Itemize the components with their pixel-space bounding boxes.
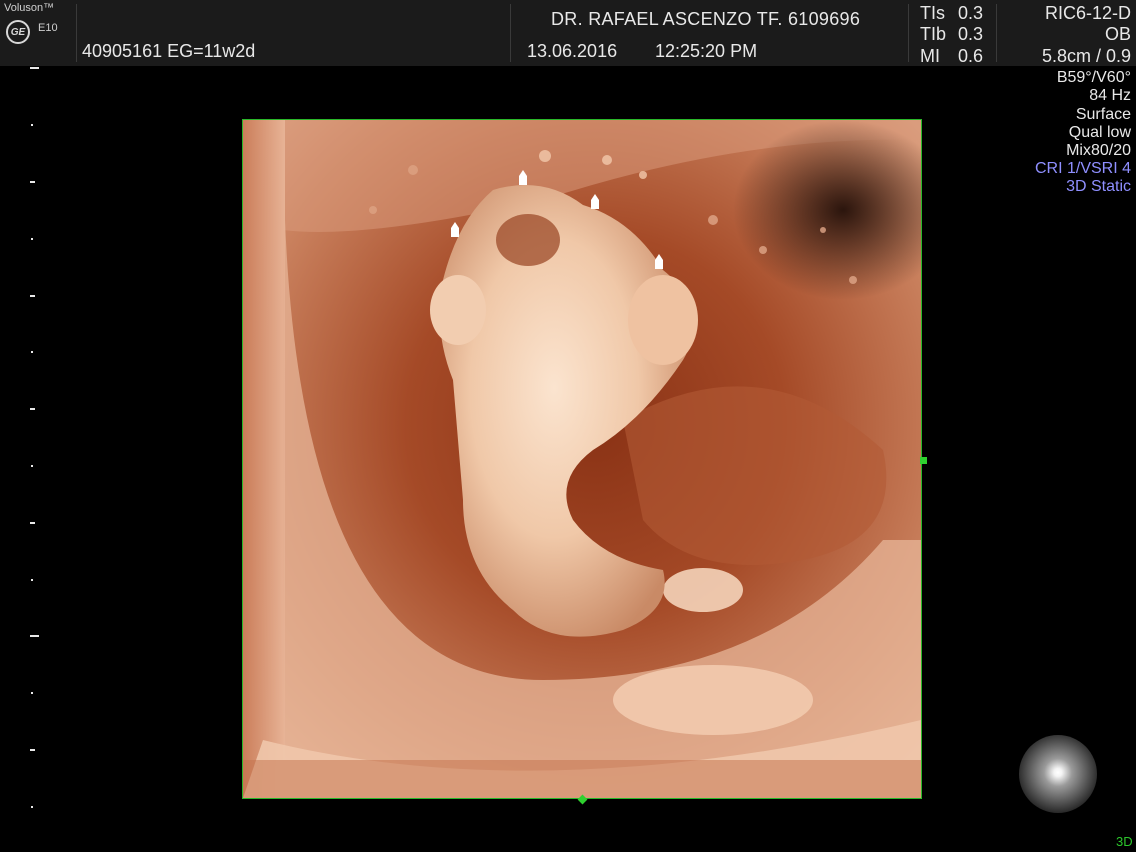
patient-info: 40905161 EG=11w2d [82, 41, 256, 61]
header-divider [996, 4, 997, 62]
frequency-param: 84 Hz [1089, 87, 1131, 104]
cri-param: CRI 1/VSRI 4 [1034, 160, 1131, 177]
brand-label: Voluson™ [4, 2, 55, 14]
frame-side-marker[interactable] [920, 457, 927, 464]
static-param: 3D Static [1066, 178, 1131, 195]
ruler-tick [30, 522, 35, 524]
mode-3d-label: 3D [1116, 834, 1133, 849]
ruler-minor-tick [31, 351, 33, 353]
ruler-major-tick [30, 67, 39, 69]
exam-time: 12:25:20 PM [655, 41, 758, 61]
exam-date: 13.06.2016 [527, 41, 618, 61]
ruler-major-tick [30, 635, 39, 637]
mi-value: 0.6 [958, 46, 984, 66]
ruler-minor-tick [31, 238, 33, 240]
ruler-tick [30, 295, 35, 297]
ruler-minor-tick [31, 465, 33, 467]
depth-label: 5.8cm / 0.9 [1041, 46, 1131, 66]
tib-label: TIb [920, 24, 947, 44]
quality-param: Qual low [1068, 124, 1131, 141]
model-label: E10 [38, 22, 58, 34]
render-mode-param: Surface [1075, 106, 1131, 123]
ruler-tick [30, 749, 35, 751]
rendered-volume-image [243, 120, 921, 798]
ruler-tick [30, 408, 35, 410]
header-bar: Voluson™ GE E10 40905161 EG=11w2d DR. RA… [0, 0, 1136, 66]
mi-label: MI [920, 46, 940, 66]
render-viewport[interactable] [242, 119, 922, 799]
tis-value: 0.3 [958, 3, 984, 23]
angle-param: B59°/V60° [1056, 69, 1131, 86]
render-orientation-sphere-icon[interactable] [1019, 735, 1097, 813]
probe-label: RIC6-12-D [1044, 3, 1131, 23]
ruler-minor-tick [31, 124, 33, 126]
preset-label: OB [1104, 24, 1131, 44]
mix-param: Mix80/20 [1066, 142, 1131, 159]
header-divider [76, 4, 77, 62]
tis-label: TIs [920, 3, 945, 23]
ruler-minor-tick [31, 579, 33, 581]
ruler-minor-tick [31, 692, 33, 694]
header-divider [510, 4, 511, 62]
ruler-tick [30, 181, 35, 183]
ge-logo-icon: GE [6, 20, 30, 44]
tib-value: 0.3 [958, 24, 984, 44]
doctor-info: DR. RAFAEL ASCENZO TF. 6109696 [551, 9, 861, 29]
ruler-minor-tick [31, 806, 33, 808]
header-divider [908, 4, 909, 62]
